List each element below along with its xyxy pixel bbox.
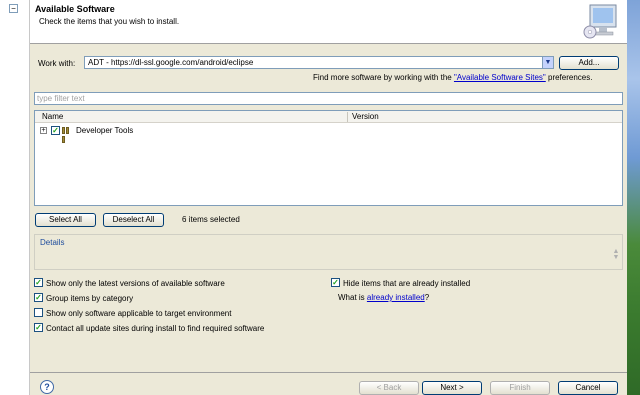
what-is-installed-text: What is already installed? <box>338 293 429 302</box>
group-by-category-checkbox[interactable]: ✓ <box>34 293 43 302</box>
expand-icon[interactable]: + <box>40 127 47 134</box>
chevron-down-icon[interactable]: ▼ <box>542 57 553 68</box>
tree-collapse-icon[interactable]: − <box>9 4 18 13</box>
install-dialog: Available Software Check the items that … <box>30 0 627 395</box>
desktop-background <box>627 0 640 395</box>
details-label: Details <box>40 238 65 247</box>
row-checkbox[interactable]: ✓ <box>51 126 60 135</box>
more-software-text: Find more software by working with the "… <box>313 73 592 82</box>
available-sites-link[interactable]: "Available Software Sites" <box>454 73 546 82</box>
page-title: Available Software <box>35 4 115 14</box>
table-header: Name Version <box>35 111 622 123</box>
install-monitor-icon <box>583 4 617 39</box>
what-is-suffix: ? <box>424 293 430 302</box>
latest-versions-label: Show only the latest versions of availab… <box>46 279 225 288</box>
more-software-suffix: preferences. <box>545 73 593 82</box>
work-with-value: ADT - https://dl-ssl.google.com/android/… <box>88 58 254 67</box>
column-header-name[interactable]: Name <box>42 112 63 121</box>
column-divider[interactable] <box>347 112 348 122</box>
background-tree-panel: − <box>0 0 30 395</box>
back-button[interactable]: < Back <box>359 381 419 395</box>
latest-versions-checkbox[interactable]: ✓ <box>34 278 43 287</box>
select-all-button[interactable]: Select All <box>35 213 96 227</box>
row-name: Developer Tools <box>76 126 134 135</box>
selection-count: 6 items selected <box>182 215 240 224</box>
details-group: Details ▲ ▼ <box>34 234 623 270</box>
group-by-category-label: Group items by category <box>46 294 134 303</box>
next-button[interactable]: Next > <box>422 381 482 395</box>
dialog-banner: Available Software Check the items that … <box>30 0 627 44</box>
hide-installed-label: Hide items that are already installed <box>343 279 471 288</box>
package-icon <box>62 127 73 143</box>
details-scrollbar[interactable]: ▲ ▼ <box>612 248 620 263</box>
table-row[interactable]: + ✓ Developer Tools <box>35 125 622 143</box>
hide-installed-checkbox[interactable]: ✓ <box>331 278 340 287</box>
help-icon[interactable]: ? <box>40 380 54 394</box>
deselect-all-button[interactable]: Deselect All <box>103 213 164 227</box>
filter-input[interactable] <box>35 93 622 104</box>
footer-separator <box>30 372 627 373</box>
what-is-prefix: What is <box>338 293 367 302</box>
applicable-software-checkbox[interactable] <box>34 308 43 317</box>
column-header-version[interactable]: Version <box>352 112 379 121</box>
applicable-software-label: Show only software applicable to target … <box>46 309 232 318</box>
filter-field[interactable] <box>34 92 623 105</box>
software-table[interactable]: Name Version + ✓ Developer Tools <box>34 110 623 206</box>
page-description: Check the items that you wish to install… <box>39 17 180 26</box>
add-site-button[interactable]: Add... <box>559 56 619 70</box>
cancel-button[interactable]: Cancel <box>558 381 618 395</box>
work-with-combo[interactable]: ADT - https://dl-ssl.google.com/android/… <box>84 56 554 69</box>
work-with-label: Work with: <box>38 59 76 68</box>
already-installed-link[interactable]: already installed <box>367 293 425 302</box>
more-software-prefix: Find more software by working with the <box>313 73 454 82</box>
finish-button[interactable]: Finish <box>490 381 550 395</box>
contact-update-sites-checkbox[interactable]: ✓ <box>34 323 43 332</box>
contact-update-sites-label: Contact all update sites during install … <box>46 324 265 333</box>
